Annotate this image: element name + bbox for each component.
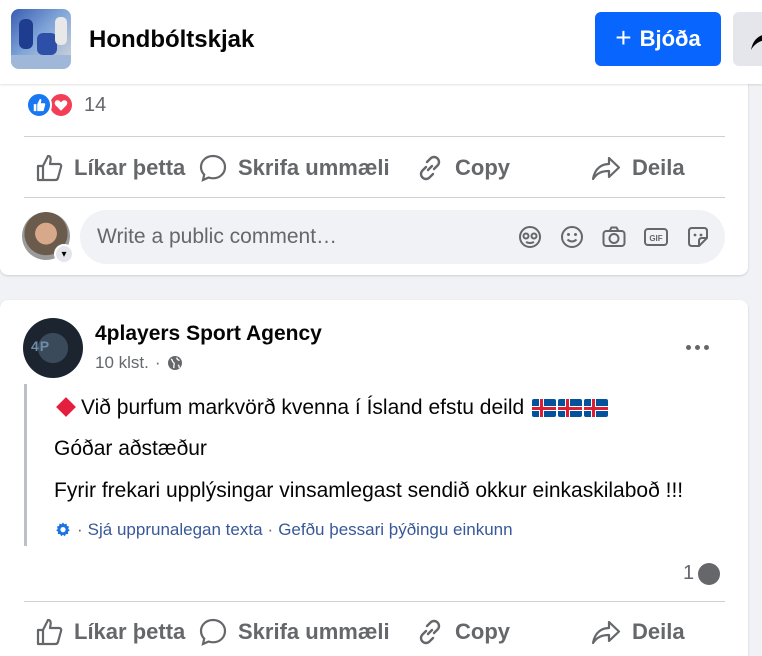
gif-icon[interactable]: GIF [643, 224, 669, 250]
rate-translation-link[interactable]: Gefðu þessari þýðingu einkunn [278, 520, 512, 540]
svg-text:GIF: GIF [649, 234, 662, 243]
post-card-previous: 14 Líkar þetta Skrifa ummæli Copy Deila … [0, 60, 748, 275]
meta-separator: · [154, 353, 161, 372]
thumbs-up-icon [36, 154, 63, 182]
link-icon [419, 155, 441, 181]
copy-button[interactable]: Copy [415, 617, 510, 647]
share-arrow-icon [591, 620, 621, 645]
post-timestamp[interactable]: 10 klst. [95, 353, 149, 373]
separator: · [77, 520, 83, 539]
page-name[interactable]: 4players Sport Agency [95, 322, 322, 346]
post-meta: 10 klst. · [95, 353, 183, 373]
group-cover-thumbnail[interactable] [11, 9, 71, 69]
share-button[interactable]: Deila [590, 153, 685, 183]
comment-count-value: 1 [683, 562, 695, 584]
post-action-bar: Líkar þetta Skrifa ummæli Copy Deila [24, 138, 725, 198]
comment-button[interactable]: Skrifa ummæli [198, 617, 390, 647]
more-dot [703, 344, 709, 350]
page-logo-icon: 4P [31, 338, 51, 354]
sticker-icon[interactable] [685, 224, 711, 250]
share-button[interactable]: Deila [590, 617, 685, 647]
divider [24, 136, 725, 137]
comment-button[interactable]: Skrifa ummæli [198, 153, 390, 183]
link-icon [419, 619, 441, 645]
iceland-flag-icon [532, 399, 557, 418]
comment-bubble-icon [698, 562, 721, 585]
comment-box: GIF [80, 210, 725, 264]
share-label: Deila [632, 619, 685, 644]
comment-input[interactable] [97, 210, 497, 264]
share-label: Deila [632, 155, 685, 180]
page-avatar[interactable]: 4P [23, 318, 83, 378]
red-diamond-icon [56, 397, 76, 418]
comment-label: Skrifa ummæli [238, 155, 390, 180]
share-arrow-icon [591, 156, 621, 181]
avatar-sticker-icon[interactable] [517, 224, 543, 250]
iceland-flag-icon [584, 399, 609, 418]
gear-icon [56, 522, 70, 537]
share-group-button[interactable] [733, 12, 762, 66]
chevron-down-icon[interactable]: ▾ [54, 244, 74, 264]
globe-icon [167, 356, 182, 370]
share-arrow-icon [751, 35, 762, 50]
like-button[interactable]: Líkar þetta [34, 153, 185, 183]
comment-bubble-icon [199, 154, 227, 182]
post-line-2: Góðar aðstæður [54, 437, 207, 460]
copy-label: Copy [455, 155, 510, 180]
post-text-line: Við þurfum markvörð kvenna í Ísland efst… [54, 396, 609, 420]
reactions-summary[interactable]: 14 [26, 92, 106, 118]
more-dot [685, 344, 691, 350]
comment-bubble-icon [199, 618, 227, 646]
translation-row: · Sjá upprunalegan texta · Gefðu þessari… [54, 520, 513, 540]
thumbs-up-icon [36, 618, 63, 646]
group-name[interactable]: Hondbóltskjak [89, 26, 254, 54]
current-user-avatar[interactable]: ▾ [22, 212, 74, 264]
like-reaction-icon [26, 92, 52, 118]
emoji-icon[interactable] [559, 224, 585, 250]
post-card: 4P 4players Sport Agency 10 klst. · Við … [0, 300, 748, 656]
more-dot [694, 344, 700, 350]
comment-count[interactable]: 1 [683, 562, 721, 585]
copy-button[interactable]: Copy [415, 153, 510, 183]
post-line-3: Fyrir frekari upplýsingar vinsamlegast s… [54, 479, 684, 502]
invite-label: Bjóða [639, 26, 701, 51]
see-original-link[interactable]: Sjá upprunalegan texta [88, 520, 263, 540]
separator: · [267, 520, 274, 539]
camera-icon[interactable] [601, 224, 627, 250]
copy-label: Copy [455, 619, 510, 644]
plus-icon: + [615, 21, 632, 53]
like-label: Líkar þetta [74, 619, 186, 644]
divider [24, 197, 725, 198]
post-line-1: Við þurfum markvörð kvenna í Ísland efst… [81, 396, 525, 419]
more-options-button[interactable] [675, 332, 719, 362]
invite-button[interactable]: + Bjóða [595, 12, 721, 66]
group-header: Hondbóltskjak + Bjóða [0, 0, 762, 84]
reaction-count: 14 [84, 93, 107, 116]
comment-label: Skrifa ummæli [238, 619, 390, 644]
post-body: Við þurfum markvörð kvenna í Ísland efst… [24, 384, 724, 546]
post-action-bar: Líkar þetta Skrifa ummæli Copy Deila [24, 602, 725, 656]
like-label: Líkar þetta [74, 155, 186, 180]
like-button[interactable]: Líkar þetta [34, 617, 185, 647]
iceland-flag-icon [558, 399, 583, 418]
